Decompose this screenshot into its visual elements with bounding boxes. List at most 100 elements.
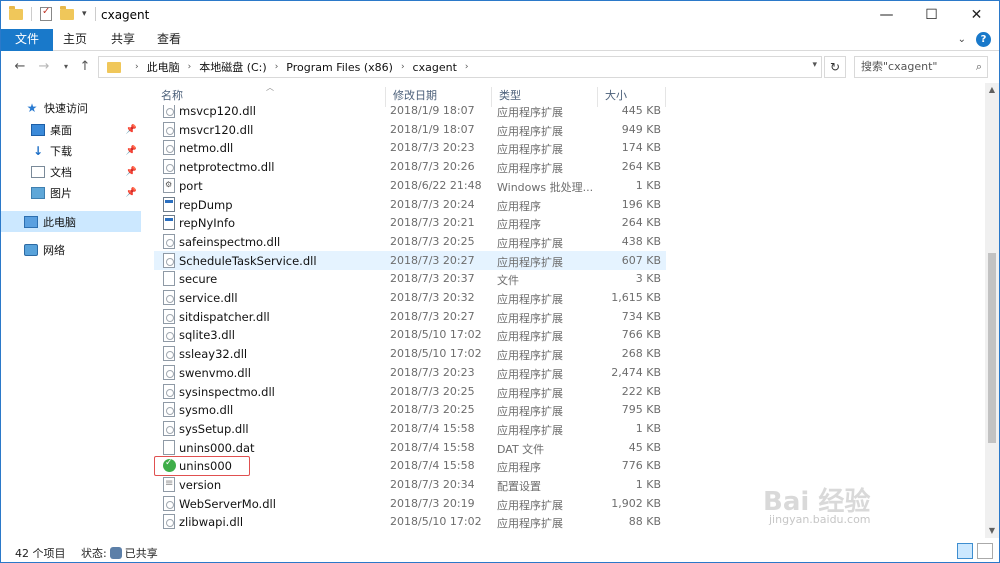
- file-row[interactable]: safeinspectmo.dll 2018/7/3 20:25 应用程序扩展 438…: [154, 232, 666, 251]
- file-row[interactable]: zlibwapi.dll 2018/5/10 17:02 应用程序扩展 88 KB: [154, 512, 666, 531]
- tab-file[interactable]: 文件: [1, 29, 53, 51]
- chevron-right-icon[interactable]: ›: [135, 62, 139, 72]
- item-count: 42 个项目: [15, 547, 66, 560]
- tab-view[interactable]: 查看: [147, 29, 191, 51]
- file-size: 264 KB: [621, 160, 661, 174]
- chevron-down-icon[interactable]: ▾: [82, 9, 87, 19]
- file-name: repDump: [179, 197, 233, 212]
- close-button[interactable]: ✕: [954, 1, 999, 29]
- breadcrumb-this-pc[interactable]: 此电脑: [147, 59, 180, 75]
- file-row[interactable]: service.dll 2018/7/3 20:32 应用程序扩展 1,615 KB: [154, 288, 666, 307]
- file-row[interactable]: sysinspectmo.dll 2018/7/3 20:25 应用程序扩展 222 …: [154, 382, 666, 401]
- file-row[interactable]: unins000.dat 2018/7/4 15:58 DAT 文件 45 KB: [154, 438, 666, 457]
- file-type: 应用程序扩展: [497, 498, 563, 512]
- file-type: 应用程序: [497, 199, 541, 213]
- pin-icon[interactable]: 📌: [126, 188, 137, 198]
- file-row[interactable]: netprotectmo.dll 2018/7/3 20:26 应用程序扩展 264 …: [154, 157, 666, 176]
- column-date[interactable]: 修改日期: [386, 87, 492, 107]
- recent-locations-chevron-icon[interactable]: ▾: [57, 57, 75, 77]
- file-row[interactable]: msvcr120.dll 2018/1/9 18:07 应用程序扩展 949 KB: [154, 120, 666, 139]
- file-row[interactable]: sitdispatcher.dll 2018/7/3 20:27 应用程序扩展 734…: [154, 307, 666, 326]
- file-date: 2018/5/10 17:02: [390, 328, 482, 342]
- breadcrumb-cxagent[interactable]: cxagent: [413, 61, 457, 74]
- chevron-right-icon[interactable]: ›: [465, 62, 469, 72]
- nav-pictures[interactable]: 图片 📌: [31, 182, 141, 203]
- file-size: 88 KB: [628, 515, 661, 529]
- file-size: 1,902 KB: [611, 496, 661, 510]
- forward-button[interactable]: →: [35, 57, 53, 77]
- star-icon: ★: [26, 100, 38, 115]
- scroll-down-icon[interactable]: ▼: [985, 524, 999, 538]
- vertical-scrollbar[interactable]: ▲ ▼: [985, 83, 999, 538]
- toolbar-divider: [31, 7, 32, 21]
- column-name[interactable]: 名称: [154, 87, 386, 107]
- nav-downloads[interactable]: ↓ 下载 📌: [31, 140, 141, 161]
- file-row[interactable]: port 2018/6/22 21:48 Windows 批处理... 1 KB: [154, 176, 666, 195]
- properties-icon[interactable]: [40, 6, 52, 21]
- file-row[interactable]: WebServerMo.dll 2018/7/3 20:19 应用程序扩展 1,902…: [154, 494, 666, 513]
- chevron-right-icon[interactable]: ›: [188, 62, 192, 72]
- search-input[interactable]: 搜索"cxagent" ⌕: [854, 56, 988, 78]
- breadcrumb-local-disk[interactable]: 本地磁盘 (C:): [199, 59, 266, 75]
- up-button[interactable]: ↑: [76, 57, 94, 77]
- file-row[interactable]: netmo.dll 2018/7/3 20:23 应用程序扩展 174 KB: [154, 138, 666, 157]
- file-type: 应用程序扩展: [497, 124, 563, 138]
- maximize-button[interactable]: ☐: [909, 1, 954, 29]
- file-row[interactable]: secure 2018/7/3 20:37 文件 3 KB: [154, 269, 666, 288]
- pin-icon[interactable]: 📌: [126, 167, 137, 177]
- chevron-right-icon[interactable]: ›: [401, 62, 405, 72]
- column-type[interactable]: 类型: [492, 87, 598, 107]
- batch-file-icon: [163, 177, 175, 193]
- help-icon[interactable]: ?: [976, 32, 991, 47]
- back-button[interactable]: ←: [11, 57, 29, 77]
- file-size: 1,615 KB: [611, 291, 661, 304]
- expand-ribbon-icon[interactable]: ⌄: [958, 34, 966, 45]
- file-row[interactable]: version 2018/7/3 20:34 配置设置 1 KB: [154, 475, 666, 494]
- large-icons-view-icon[interactable]: [977, 543, 993, 559]
- file-row[interactable]: sysmo.dll 2018/7/3 20:25 应用程序扩展 795 KB: [154, 400, 666, 419]
- address-bar[interactable]: › 此电脑 › 本地磁盘 (C:) › Program Files (x86) …: [98, 56, 822, 78]
- address-dropdown-icon[interactable]: ▾: [812, 60, 817, 70]
- file-date: 2018/7/3 20:34: [390, 478, 475, 491]
- scroll-thumb[interactable]: [988, 253, 996, 443]
- nav-quick-access[interactable]: ★ 快速访问: [25, 97, 165, 118]
- explorer-window: ▾ cxagent — ☐ ✕ 文件 主页 共享 查看 ⌄ ? ← → ▾ ↑ …: [0, 0, 1000, 563]
- nav-desktop[interactable]: 桌面 📌: [31, 119, 141, 140]
- dll-file-icon: [163, 346, 175, 362]
- chevron-right-icon[interactable]: ›: [275, 62, 279, 72]
- file-type: 应用程序扩展: [497, 236, 563, 250]
- view-switcher: [957, 543, 993, 559]
- file-row[interactable]: sysSetup.dll 2018/7/4 15:58 应用程序扩展 1 KB: [154, 419, 666, 438]
- refresh-button[interactable]: ↻: [824, 56, 846, 78]
- column-size[interactable]: 大小: [598, 87, 666, 107]
- window-title: cxagent: [101, 8, 150, 22]
- file-type: 应用程序扩展: [497, 367, 563, 381]
- minimize-button[interactable]: —: [864, 1, 909, 29]
- file-size: 795 KB: [621, 403, 661, 417]
- tab-home[interactable]: 主页: [53, 29, 97, 51]
- pin-icon[interactable]: 📌: [126, 146, 137, 156]
- file-row[interactable]: ScheduleTaskService.dll 2018/7/3 20:27 应用程…: [154, 250, 666, 270]
- file-row[interactable]: repNyInfo 2018/7/3 20:21 应用程序 264 KB: [154, 213, 666, 232]
- dll-file-icon: [163, 495, 175, 511]
- file-row[interactable]: sqlite3.dll 2018/5/10 17:02 应用程序扩展 766 KB: [154, 325, 666, 344]
- scroll-up-icon[interactable]: ▲: [985, 83, 999, 97]
- nav-this-pc[interactable]: 此电脑: [1, 211, 141, 232]
- search-icon[interactable]: ⌕: [976, 57, 982, 77]
- file-name: WebServerMo.dll: [179, 496, 276, 511]
- new-folder-icon[interactable]: [60, 5, 74, 20]
- file-row[interactable]: repDump 2018/7/3 20:24 应用程序 196 KB: [154, 195, 666, 214]
- details-view-icon[interactable]: [957, 543, 973, 559]
- nav-network[interactable]: 网络: [1, 239, 141, 260]
- file-row[interactable]: ssleay32.dll 2018/5/10 17:02 应用程序扩展 268 KB: [154, 344, 666, 363]
- file-size: 438 KB: [621, 234, 661, 248]
- file-size: 766 KB: [621, 328, 661, 342]
- pin-icon[interactable]: 📌: [126, 125, 137, 135]
- tab-share[interactable]: 共享: [101, 29, 145, 51]
- breadcrumb-program-files[interactable]: Program Files (x86): [286, 61, 393, 74]
- file-row[interactable]: swenvmo.dll 2018/7/3 20:23 应用程序扩展 2,474 KB: [154, 363, 666, 382]
- dll-file-icon: [163, 514, 175, 530]
- nav-documents[interactable]: 文档 📌: [31, 161, 141, 182]
- file-size: 1 KB: [635, 178, 661, 192]
- file-size: 2,474 KB: [611, 365, 661, 379]
